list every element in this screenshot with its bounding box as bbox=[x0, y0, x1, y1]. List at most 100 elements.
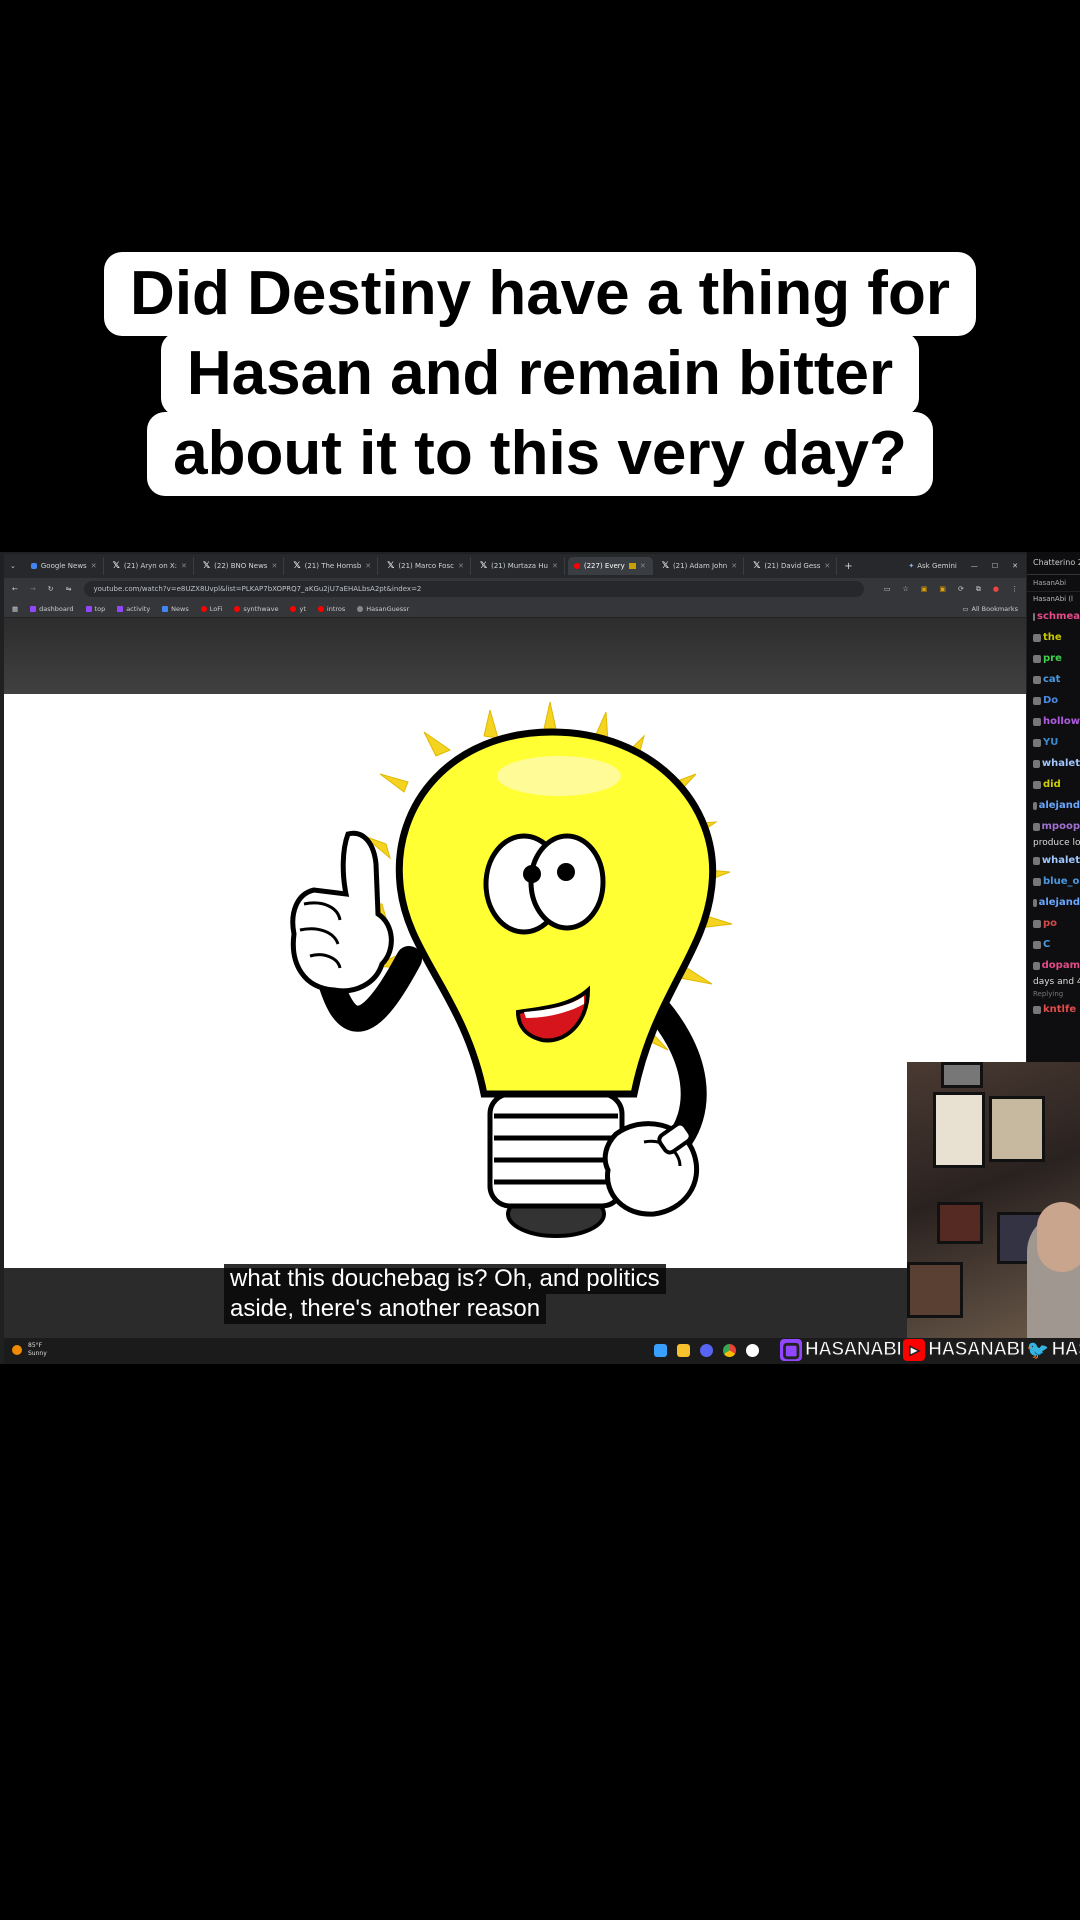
tab-x-4[interactable]: 𝕏 (21) Marco Fosc ✕ bbox=[381, 557, 471, 575]
twitch-icon bbox=[30, 605, 37, 612]
chatterino-icon[interactable] bbox=[746, 1344, 759, 1357]
close-icon[interactable]: ✕ bbox=[552, 562, 558, 570]
chat-message[interactable]: dopam bbox=[1027, 955, 1080, 976]
star-icon[interactable]: ☆ bbox=[902, 585, 908, 593]
chat-username[interactable]: Do bbox=[1043, 690, 1058, 711]
chat-message[interactable]: pre bbox=[1027, 648, 1080, 669]
window-close-icon[interactable]: ✕ bbox=[1012, 562, 1018, 570]
chat-username[interactable]: hollow bbox=[1043, 711, 1080, 732]
all-bookmarks-button[interactable]: ▭ All Bookmarks bbox=[962, 605, 1026, 613]
gemini-icon: ✦ bbox=[908, 562, 915, 570]
bookmark-dashboard[interactable]: dashboard bbox=[30, 605, 74, 613]
chat-username[interactable]: alejand bbox=[1039, 892, 1080, 913]
tab-x-6[interactable]: 𝕏 (21) Adam John ✕ bbox=[656, 557, 745, 575]
site-info-icon[interactable]: ⇋ bbox=[66, 585, 72, 593]
maximize-icon[interactable]: ☐ bbox=[992, 562, 998, 570]
tab-label: (21) David Gess bbox=[764, 562, 821, 570]
tab-google-news[interactable]: Google News ✕ bbox=[25, 557, 104, 575]
bookmark-synthwave[interactable]: synthwave bbox=[234, 605, 278, 613]
chat-username[interactable]: the bbox=[1043, 627, 1062, 648]
chat-username[interactable]: YU bbox=[1043, 732, 1058, 753]
close-icon[interactable]: ✕ bbox=[91, 562, 97, 570]
chat-tab[interactable]: HasanAbi bbox=[1027, 575, 1080, 592]
windows-start-icon[interactable] bbox=[654, 1344, 667, 1357]
cast-icon[interactable]: ▭ bbox=[884, 585, 891, 593]
chat-message[interactable]: blue_o bbox=[1027, 871, 1080, 892]
tab-x-7[interactable]: 𝕏 (21) David Gess ✕ bbox=[747, 557, 838, 575]
chat-username[interactable]: whalet bbox=[1042, 753, 1080, 774]
tab-x-5[interactable]: 𝕏 (21) Murtaza Hu ✕ bbox=[474, 557, 565, 575]
chat-message[interactable]: alejand bbox=[1027, 795, 1080, 816]
apps-icon[interactable]: ▦ bbox=[12, 605, 18, 613]
chat-username[interactable]: alejand bbox=[1039, 795, 1080, 816]
close-icon[interactable]: ✕ bbox=[365, 562, 371, 570]
bookmark-lofi[interactable]: LoFi bbox=[200, 605, 222, 613]
tab-search-icon[interactable]: ⌄ bbox=[4, 562, 22, 570]
minimize-icon[interactable]: — bbox=[971, 562, 978, 570]
chat-message[interactable]: YU bbox=[1027, 732, 1080, 753]
bookmark-news[interactable]: News bbox=[162, 605, 189, 613]
chat-username[interactable]: blue_o bbox=[1043, 871, 1079, 892]
subtitle-line-1: what this douchebag is? Oh, and politics bbox=[224, 1264, 666, 1294]
bookmark-top[interactable]: top bbox=[85, 605, 105, 613]
ask-gemini-button[interactable]: ✦ Ask Gemini bbox=[908, 562, 956, 570]
bookmark-activity[interactable]: activity bbox=[117, 605, 150, 613]
menu-icon[interactable]: ⋮ bbox=[1011, 585, 1026, 593]
tab-x-3[interactable]: 𝕏 (21) The Hornsb ✕ bbox=[287, 557, 379, 575]
chat-username[interactable]: kntlfe bbox=[1043, 999, 1076, 1020]
chat-username[interactable]: pre bbox=[1043, 648, 1062, 669]
forward-icon[interactable]: → bbox=[30, 585, 36, 593]
chat-message[interactable]: alejand bbox=[1027, 892, 1080, 913]
weather-condition: Sunny bbox=[28, 1350, 47, 1357]
chat-message[interactable]: hollow bbox=[1027, 711, 1080, 732]
extension-icon[interactable]: ▣ bbox=[939, 585, 946, 593]
chat-username[interactable]: mpoop bbox=[1042, 816, 1080, 837]
chat-badge-icon bbox=[1033, 717, 1041, 726]
chat-message[interactable]: Do bbox=[1027, 690, 1080, 711]
extensions-icon[interactable]: ⧉ bbox=[976, 585, 981, 594]
chat-badge-icon bbox=[1033, 675, 1041, 684]
bookmark-hasanguessr[interactable]: HasanGuessr bbox=[357, 605, 409, 613]
chat-message[interactable]: whalet bbox=[1027, 753, 1080, 774]
close-icon[interactable]: ✕ bbox=[640, 562, 646, 570]
chrome-icon[interactable] bbox=[723, 1344, 736, 1357]
chat-message[interactable]: whalet bbox=[1027, 850, 1080, 871]
chat-message[interactable]: po bbox=[1027, 913, 1080, 934]
tab-label: (21) The Hornsb bbox=[304, 562, 362, 570]
bookmark-yt[interactable]: yt bbox=[290, 605, 306, 613]
close-icon[interactable]: ✕ bbox=[824, 562, 830, 570]
chat-message[interactable]: schmea bbox=[1027, 606, 1080, 627]
chat-username[interactable]: whalet bbox=[1042, 850, 1080, 871]
chat-message[interactable]: C bbox=[1027, 934, 1080, 955]
tab-x-1[interactable]: 𝕏 (21) Aryn on X: ✕ bbox=[107, 557, 194, 575]
close-icon[interactable]: ✕ bbox=[458, 562, 464, 570]
chat-message[interactable]: the bbox=[1027, 627, 1080, 648]
chat-username[interactable]: po bbox=[1043, 913, 1057, 934]
back-icon[interactable]: ← bbox=[12, 585, 18, 593]
weather-widget[interactable]: 85°F Sunny bbox=[12, 1342, 47, 1358]
close-icon[interactable]: ✕ bbox=[271, 562, 277, 570]
url-field[interactable]: youtube.com/watch?v=e8UZX8Uvpl&list=PLKA… bbox=[83, 581, 864, 597]
chat-message[interactable]: kntlfe bbox=[1027, 999, 1080, 1020]
file-explorer-icon[interactable] bbox=[677, 1344, 690, 1357]
chat-username[interactable]: dopam bbox=[1042, 955, 1080, 976]
reload-icon[interactable]: ↻ bbox=[48, 585, 54, 593]
chat-username[interactable]: C bbox=[1043, 934, 1050, 955]
chat-username[interactable]: schmea bbox=[1037, 606, 1080, 627]
chat-message[interactable]: cat bbox=[1027, 669, 1080, 690]
profile-icon[interactable]: ● bbox=[993, 585, 999, 593]
new-tab-icon[interactable]: + bbox=[840, 561, 856, 572]
chat-username[interactable]: did bbox=[1043, 774, 1061, 795]
tab-x-2[interactable]: 𝕏 (22) BNO News ✕ bbox=[197, 557, 285, 575]
bookmark-intros[interactable]: intros bbox=[317, 605, 345, 613]
discord-icon[interactable] bbox=[700, 1344, 713, 1357]
sync-icon[interactable]: ⟳ bbox=[958, 585, 964, 593]
video-player[interactable] bbox=[4, 694, 1026, 1268]
tab-youtube-active[interactable]: (227) Every ✕ bbox=[567, 557, 653, 575]
extension-icon[interactable]: ▣ bbox=[921, 585, 928, 593]
chat-username[interactable]: cat bbox=[1043, 669, 1060, 690]
chat-message[interactable]: did bbox=[1027, 774, 1080, 795]
close-icon[interactable]: ✕ bbox=[181, 562, 187, 570]
close-icon[interactable]: ✕ bbox=[731, 562, 737, 570]
chat-message[interactable]: mpoop bbox=[1027, 816, 1080, 837]
